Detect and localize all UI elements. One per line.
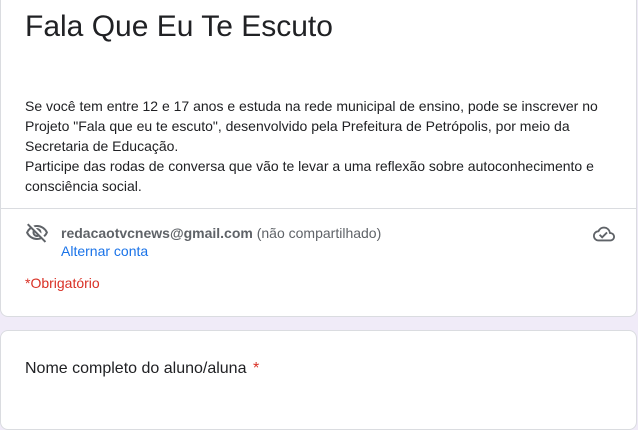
account-share-note: (não compartilhado) xyxy=(256,225,382,241)
form-title: Fala Que Eu Te Escuto xyxy=(25,10,333,43)
question-title: Nome completo do aluno/aluna * xyxy=(25,357,259,381)
form-description-paragraph-1: Se você tem entre 12 e 17 anos e estuda … xyxy=(25,98,598,154)
account-email-line: redacaotvcnews@gmail.com (não compartilh… xyxy=(61,223,381,243)
eye-off-icon xyxy=(25,221,49,245)
cloud-done-icon xyxy=(593,223,615,245)
required-note: *Obrigatório xyxy=(25,275,100,291)
required-asterisk: * xyxy=(252,360,260,377)
question-card: Nome completo do aluno/aluna * xyxy=(0,330,637,430)
question-label: Nome completo do aluno/aluna xyxy=(25,360,247,377)
form-description-paragraph-2: Participe das rodas de conversa que vão … xyxy=(25,158,594,194)
form-description: Se você tem entre 12 e 17 anos e estuda … xyxy=(25,96,625,196)
switch-account-link[interactable]: Alternar conta xyxy=(61,241,148,261)
account-email: redacaotvcnews@gmail.com xyxy=(61,225,253,241)
header-divider xyxy=(1,208,636,209)
form-header-card: Fala Que Eu Te Escuto Se você tem entre … xyxy=(0,0,637,317)
account-info: redacaotvcnews@gmail.com (não compartilh… xyxy=(25,221,615,261)
